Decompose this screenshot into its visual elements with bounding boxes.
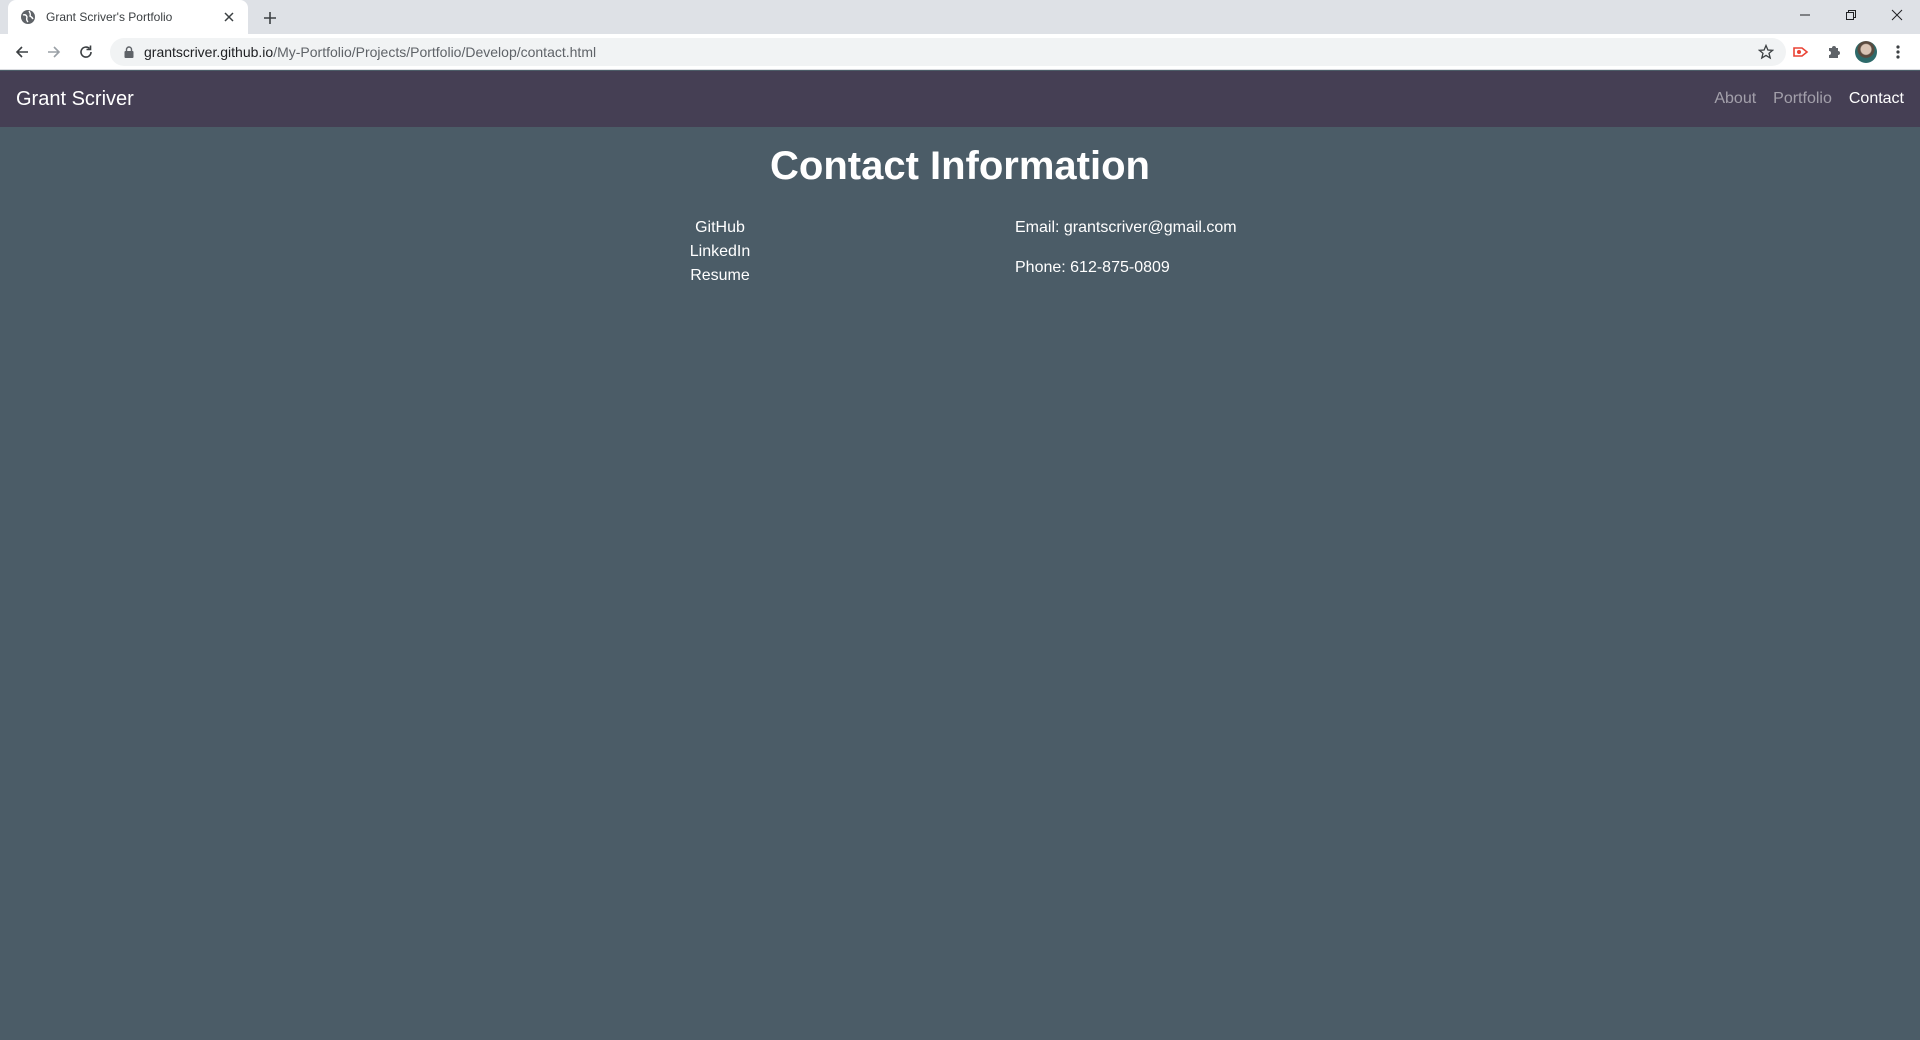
phone-text: Phone: 612-875-0809 — [1015, 259, 1170, 276]
url-host: grantscriver.github.io — [144, 44, 274, 60]
nav-links: About Portfolio Contact — [1714, 90, 1904, 108]
resume-link[interactable]: Resume — [690, 264, 750, 288]
site-navbar: Grant Scriver About Portfolio Contact — [0, 71, 1920, 127]
contact-links: GitHub LinkedIn Resume — [620, 216, 820, 288]
close-window-icon[interactable] — [1874, 0, 1920, 30]
browser-tab[interactable]: Grant Scriver's Portfolio — [8, 0, 248, 34]
page-title: Contact Information — [770, 144, 1150, 188]
extension-record-icon[interactable] — [1789, 40, 1813, 64]
globe-icon — [20, 9, 36, 25]
restore-icon[interactable] — [1828, 0, 1874, 30]
site-brand[interactable]: Grant Scriver — [16, 88, 134, 111]
address-bar[interactable]: grantscriver.github.io/My-Portfolio/Proj… — [110, 38, 1786, 66]
nav-link-about[interactable]: About — [1714, 90, 1756, 108]
linkedin-link[interactable]: LinkedIn — [690, 240, 751, 264]
close-tab-icon[interactable] — [220, 8, 238, 26]
lock-icon — [122, 45, 136, 59]
browser-tab-strip: Grant Scriver's Portfolio — [0, 0, 1920, 34]
window-controls — [1782, 0, 1920, 30]
more-options-icon[interactable] — [1886, 40, 1910, 64]
url-path: /My-Portfolio/Projects/Portfolio/Develop… — [273, 44, 597, 60]
contact-details: Email: grantscriver@gmail.com Phone: 612… — [1015, 216, 1237, 296]
back-arrow-icon[interactable] — [8, 38, 36, 66]
github-link[interactable]: GitHub — [695, 216, 745, 240]
minimize-icon[interactable] — [1782, 0, 1828, 30]
forward-arrow-icon[interactable] — [40, 38, 68, 66]
profile-avatar[interactable] — [1854, 40, 1878, 64]
extensions-puzzle-icon[interactable] — [1822, 40, 1846, 64]
nav-link-contact[interactable]: Contact — [1849, 90, 1904, 108]
new-tab-button[interactable] — [258, 6, 282, 30]
url-text: grantscriver.github.io/My-Portfolio/Proj… — [144, 44, 1756, 60]
reload-icon[interactable] — [72, 38, 100, 66]
bookmark-star-icon[interactable] — [1756, 42, 1776, 62]
browser-toolbar: grantscriver.github.io/My-Portfolio/Proj… — [0, 34, 1920, 70]
email-text: Email: grantscriver@gmail.com — [1015, 219, 1237, 236]
nav-link-portfolio[interactable]: Portfolio — [1773, 90, 1832, 108]
tab-title: Grant Scriver's Portfolio — [46, 10, 173, 24]
